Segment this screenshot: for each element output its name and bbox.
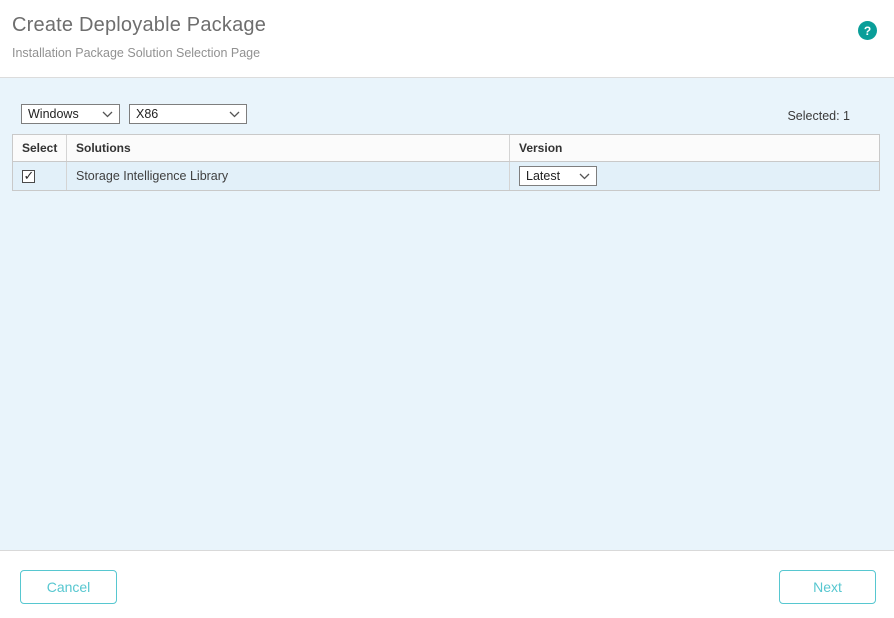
column-header-solutions: Solutions — [67, 135, 510, 161]
platform-select-value: Windows — [28, 107, 79, 121]
table-header-row: Select Solutions Version — [13, 135, 879, 162]
solutions-table: Select Solutions Version Storage Intelli… — [12, 134, 880, 191]
content-area: Windows X86 Selected: 1 Select Solutions… — [0, 78, 894, 551]
version-select-value: Latest — [526, 169, 560, 183]
version-cell: Latest — [510, 162, 879, 190]
page-title: Create Deployable Package — [12, 14, 882, 37]
footer-bar: Cancel Next — [0, 551, 894, 617]
row-select-checkbox[interactable] — [22, 170, 35, 183]
page-subtitle: Installation Package Solution Selection … — [12, 46, 882, 60]
next-button[interactable]: Next — [779, 570, 876, 604]
chevron-down-icon — [229, 111, 240, 118]
architecture-select-value: X86 — [136, 107, 158, 121]
filter-toolbar: Windows X86 — [21, 104, 247, 124]
cancel-button[interactable]: Cancel — [20, 570, 117, 604]
version-select[interactable]: Latest — [519, 166, 597, 186]
column-header-select: Select — [13, 135, 67, 161]
selected-count-label: Selected: 1 — [787, 109, 850, 123]
row-select-cell — [13, 162, 67, 190]
chevron-down-icon — [579, 173, 590, 180]
page-header: Create Deployable Package Installation P… — [0, 0, 894, 78]
table-row: Storage Intelligence Library Latest — [13, 162, 879, 190]
solution-name-cell: Storage Intelligence Library — [67, 162, 510, 190]
architecture-select[interactable]: X86 — [129, 104, 247, 124]
column-header-version: Version — [510, 135, 879, 161]
platform-select[interactable]: Windows — [21, 104, 120, 124]
help-icon[interactable]: ? — [858, 21, 877, 40]
chevron-down-icon — [102, 111, 113, 118]
